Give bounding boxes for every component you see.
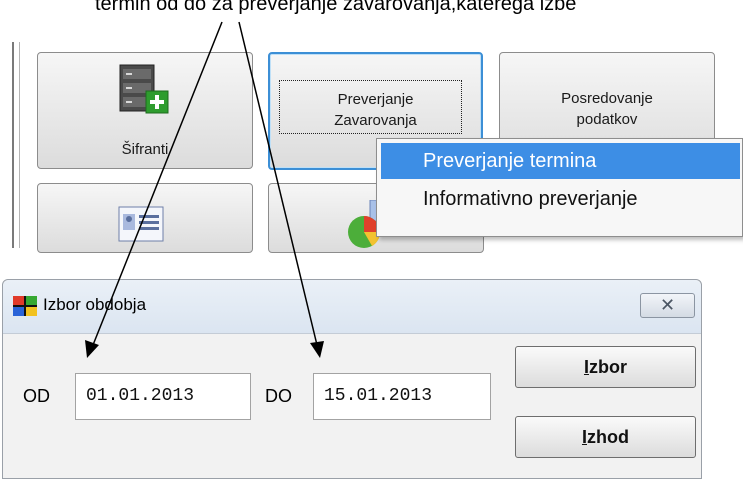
annotation-arrows: [85, 21, 324, 358]
arrow-head-to-date: [310, 341, 324, 358]
arrow-to-to-date: [238, 21, 318, 346]
arrow-head-from-date: [85, 340, 99, 358]
arrow-to-from-date: [92, 21, 223, 346]
